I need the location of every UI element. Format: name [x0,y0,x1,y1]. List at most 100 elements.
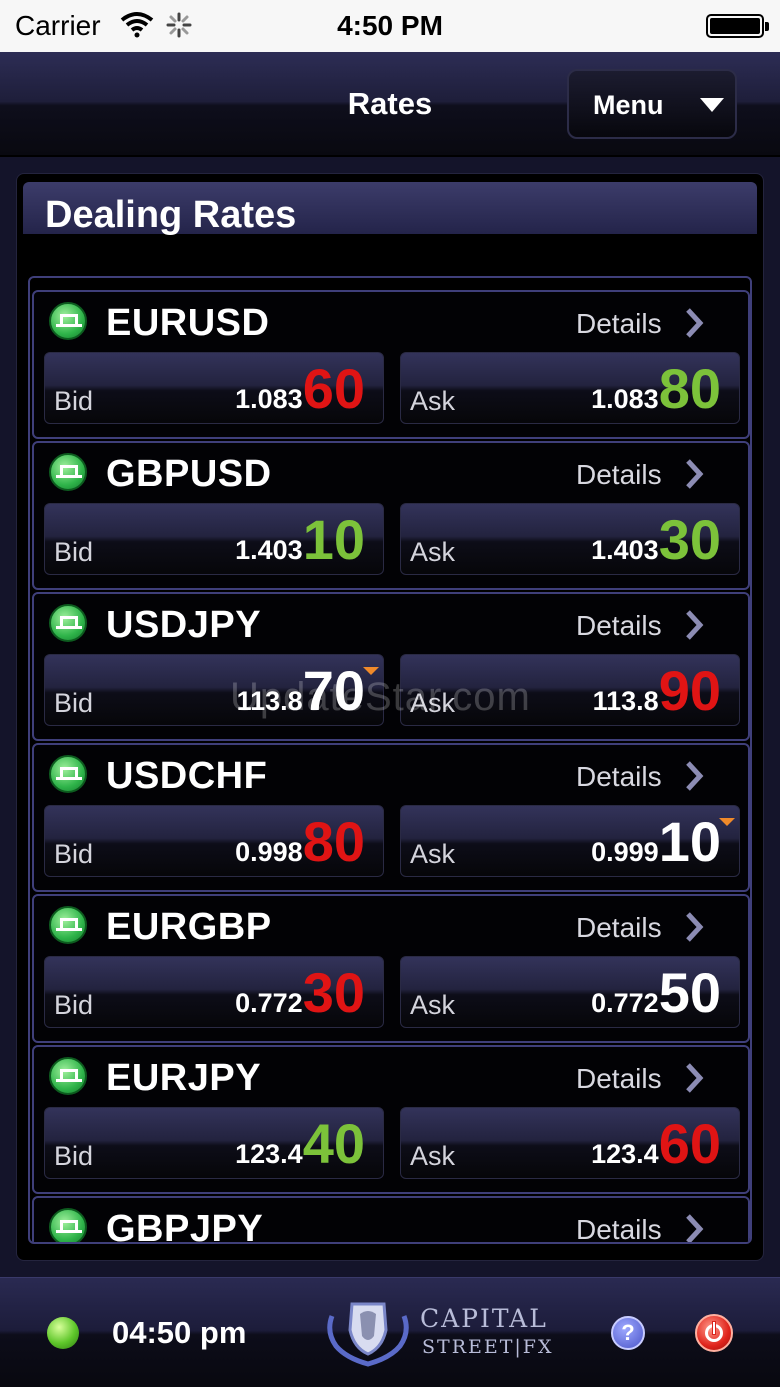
menu-button[interactable]: Menu [567,69,737,139]
market-open-icon [49,453,87,491]
chevron-right-icon[interactable] [682,608,708,642]
chevron-right-icon[interactable] [682,306,708,340]
market-open-icon [49,906,87,944]
rate-row[interactable]: EURGBP Details Bid 0.77230 Ask 0.77250 [32,894,750,1043]
nav-bar: Rates Menu [0,52,780,156]
ask-label: Ask [410,386,456,416]
rate-row[interactable]: USDJPY Details Bid 113.870 Ask 113.890 [32,592,750,741]
chevron-right-icon[interactable] [682,1061,708,1095]
ask-label: Ask [410,1141,456,1171]
details-link[interactable]: Details [576,610,662,642]
bid-price-base: 123.4 [235,1139,303,1169]
bid-price-base: 0.772 [235,988,303,1018]
market-open-icon [49,302,87,340]
bid-button[interactable]: Bid 1.40310 [44,503,384,575]
ask-price-base: 113.8 [592,686,659,716]
ask-button[interactable]: Ask 1.40330 [400,503,740,575]
bid-price: 1.40310 [235,512,365,568]
chevron-right-icon[interactable] [682,1212,708,1244]
details-link[interactable]: Details [576,459,662,491]
chevron-right-icon[interactable] [682,457,708,491]
ask-label: Ask [410,990,456,1020]
chevron-right-icon[interactable] [682,759,708,793]
ask-button[interactable]: Ask 113.890 [400,654,740,726]
ask-price-pips: 90 [658,659,721,722]
bottom-toolbar: 04:50 pm CAPITAL STREET|FX ? [0,1277,780,1387]
details-link[interactable]: Details [576,1063,662,1095]
bid-button[interactable]: Bid 0.77230 [44,956,384,1028]
brand-line-1: CAPITAL [420,1304,548,1333]
bid-button[interactable]: Bid 1.08360 [44,352,384,424]
status-time: 4:50 PM [337,10,443,41]
bid-price-pips: 10 [302,508,365,571]
bid-price-pips: 40 [302,1112,365,1175]
details-link[interactable]: Details [576,1214,662,1242]
ask-price: 0.99910 [591,814,735,870]
rates-list[interactable]: EURUSD Details Bid 1.08360 Ask 1.08380 GBPUSD D… [28,276,752,1244]
ask-price-base: 1.083 [591,384,659,414]
power-button[interactable] [695,1314,733,1352]
ask-price-base: 0.999 [591,837,659,867]
ask-price: 1.08380 [591,361,721,417]
dealing-rates-panel: Dealing Rates EURUSD Details Bid 1.08360 Ask… [16,173,764,1261]
crest-icon [327,1302,409,1367]
ask-price: 113.890 [593,663,721,719]
currency-pair: EURJPY [106,1057,262,1099]
currency-pair: EURUSD [106,302,270,344]
tick-down-icon [719,818,735,826]
ask-price-base: 1.403 [591,535,659,565]
bid-button[interactable]: Bid 0.99880 [44,805,384,877]
market-open-icon [49,604,87,642]
help-button[interactable]: ? [611,1316,645,1350]
currency-pair: USDJPY [106,604,262,646]
clock-label: 04:50 pm [112,1315,247,1350]
ask-price-pips: 60 [658,1112,721,1175]
ask-button[interactable]: Ask 0.77250 [400,956,740,1028]
ask-label: Ask [410,537,456,567]
bid-price-base: 0.998 [235,837,303,867]
ask-button[interactable]: Ask 123.460 [400,1107,740,1179]
battery-icon [706,14,769,38]
ask-price-pips: 30 [658,508,721,571]
bid-price: 113.870 [237,663,379,719]
tick-down-icon [363,667,379,675]
ask-price-pips: 80 [658,357,721,420]
rate-row[interactable]: EURJPY Details Bid 123.440 Ask 123.460 [32,1045,750,1194]
bid-label: Bid [54,537,94,567]
details-link[interactable]: Details [576,308,662,340]
rate-row[interactable]: GBPUSD Details Bid 1.40310 Ask 1.40330 [32,441,750,590]
bid-price-pips: 30 [302,961,365,1024]
bid-label: Bid [54,1141,94,1171]
market-open-icon [49,1057,87,1095]
ask-button[interactable]: Ask 0.99910 [400,805,740,877]
ask-label: Ask [410,688,456,718]
bid-price-pips: 70 [302,659,365,722]
rate-row[interactable]: USDCHF Details Bid 0.99880 Ask 0.99910 [32,743,750,892]
details-link[interactable]: Details [576,912,662,944]
ask-price: 1.40330 [591,512,721,568]
bid-price-base: 1.083 [235,384,303,414]
bid-price: 1.08360 [235,361,365,417]
panel-title: Dealing Rates [45,194,297,236]
rate-row[interactable]: GBPJPYDetailsBidAsk [32,1196,750,1244]
ask-price-base: 0.772 [591,988,659,1018]
details-link[interactable]: Details [576,761,662,793]
currency-pair: GBPJPY [106,1208,264,1244]
menu-button-label: Menu [593,90,664,120]
rate-row[interactable]: EURUSD Details Bid 1.08360 Ask 1.08380 [32,290,750,439]
ask-price: 123.460 [591,1116,721,1172]
caret-down-icon [700,98,724,112]
bid-label: Bid [54,688,94,718]
bid-price: 0.99880 [235,814,365,870]
connection-status-icon [47,1317,79,1349]
bid-price-pips: 80 [302,810,365,873]
bid-button[interactable]: Bid 113.870 [44,654,384,726]
bid-button[interactable]: Bid 123.440 [44,1107,384,1179]
ask-button[interactable]: Ask 1.08380 [400,352,740,424]
chevron-right-icon[interactable] [682,910,708,944]
market-open-icon [49,755,87,793]
ask-price-base: 123.4 [591,1139,659,1169]
ask-price-pips: 10 [658,810,721,873]
bid-label: Bid [54,839,94,869]
bid-label: Bid [54,386,94,416]
